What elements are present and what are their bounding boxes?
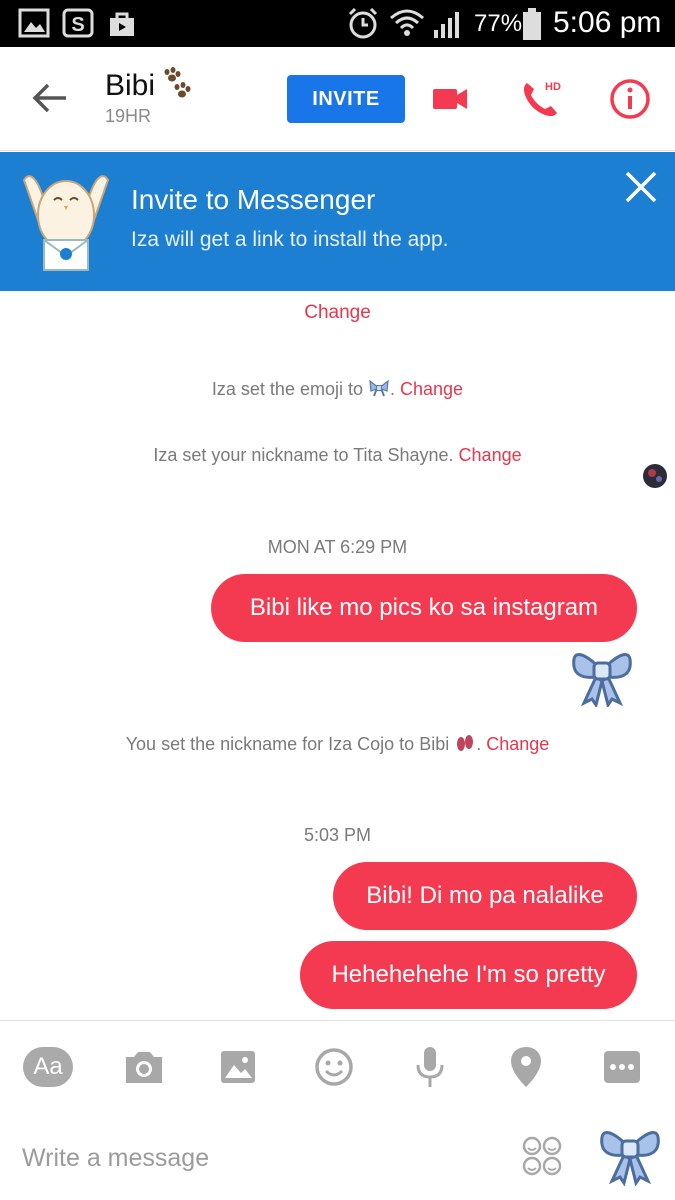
bow-emoji-icon [369, 379, 389, 397]
outgoing-message-bubble[interactable]: Bibi! Di mo pa nalalike [333, 862, 637, 930]
battery-icon [523, 8, 541, 40]
conversation-header: Bibi 19HR INVITE HD [0, 47, 675, 151]
timestamp: MON AT 6:29 PM [267, 537, 408, 557]
location-pin-icon[interactable] [502, 1043, 550, 1091]
gallery-notification-icon [18, 8, 50, 38]
microphone-icon[interactable] [406, 1043, 454, 1091]
banner-title: Invite to Messenger [131, 184, 376, 215]
svg-text:HD: HD [545, 81, 561, 93]
system-event-nickname-2: You set the nickname for Iza Cojo to Bib… [125, 734, 550, 754]
footprints-emoji-icon [457, 735, 474, 751]
close-icon[interactable] [622, 168, 660, 206]
outgoing-message-bubble[interactable]: Hehehehehe I'm so pretty [300, 941, 637, 1009]
info-icon[interactable] [606, 75, 654, 123]
alarm-icon [348, 7, 378, 39]
video-call-icon[interactable] [427, 75, 475, 123]
message-input[interactable] [22, 1138, 502, 1178]
outgoing-message-bubble[interactable]: Bibi like mo pics ko sa instagram [211, 574, 637, 642]
contact-name[interactable]: Bibi [105, 69, 155, 103]
change-link[interactable]: Change [304, 302, 371, 323]
owl-mascot-icon [22, 175, 110, 271]
status-time: 5:06 pm [553, 6, 662, 39]
store-notification-icon [110, 12, 134, 36]
svg-text:S: S [71, 14, 84, 36]
banner-subtitle: Iza will get a link to install the app. [131, 228, 449, 251]
system-event-nickname: Iza set your nickname to Tita Shayne. Ch… [0, 445, 675, 466]
send-bow-emoji-button[interactable] [598, 1122, 662, 1186]
back-arrow-icon[interactable] [30, 80, 70, 116]
change-link[interactable]: Change [459, 445, 522, 465]
more-options-icon[interactable] [598, 1043, 646, 1091]
battery-percentage: 77% [474, 10, 523, 37]
status-bar: S 77% 5:06 pm [0, 0, 675, 47]
event-text: You set the nickname for Iza Cojo to Bib… [125, 734, 450, 754]
hd-voice-call-icon[interactable]: HD [517, 75, 565, 123]
camera-icon[interactable] [120, 1043, 168, 1091]
emoji-icon[interactable] [310, 1043, 358, 1091]
invite-button[interactable]: INVITE [287, 75, 405, 123]
event-text: Iza set your nickname to Tita Shayne. [153, 445, 454, 465]
system-event-emoji: Iza set the emoji to . Change [211, 379, 464, 399]
skype-notification-icon: S [62, 8, 94, 38]
system-event: Change [0, 302, 675, 324]
active-status: 19HR [105, 106, 152, 126]
change-link[interactable]: Change [400, 379, 463, 399]
event-text: Iza set the emoji to [211, 379, 363, 399]
stickers-icon[interactable] [522, 1136, 562, 1176]
change-link[interactable]: Change [486, 734, 549, 754]
gallery-icon[interactable] [214, 1043, 262, 1091]
text-format-button[interactable]: Aa [23, 1047, 73, 1087]
wifi-icon [390, 9, 424, 36]
composer-toolbar: Aa [0, 1020, 675, 1110]
invite-banner[interactable]: Invite to Messenger Iza will get a link … [0, 152, 675, 291]
paw-prints-icon [164, 67, 191, 98]
timestamp: 5:03 PM [303, 825, 372, 845]
bow-emoji-icon [572, 653, 632, 707]
signal-icon [434, 12, 459, 38]
seen-avatar [643, 464, 667, 488]
